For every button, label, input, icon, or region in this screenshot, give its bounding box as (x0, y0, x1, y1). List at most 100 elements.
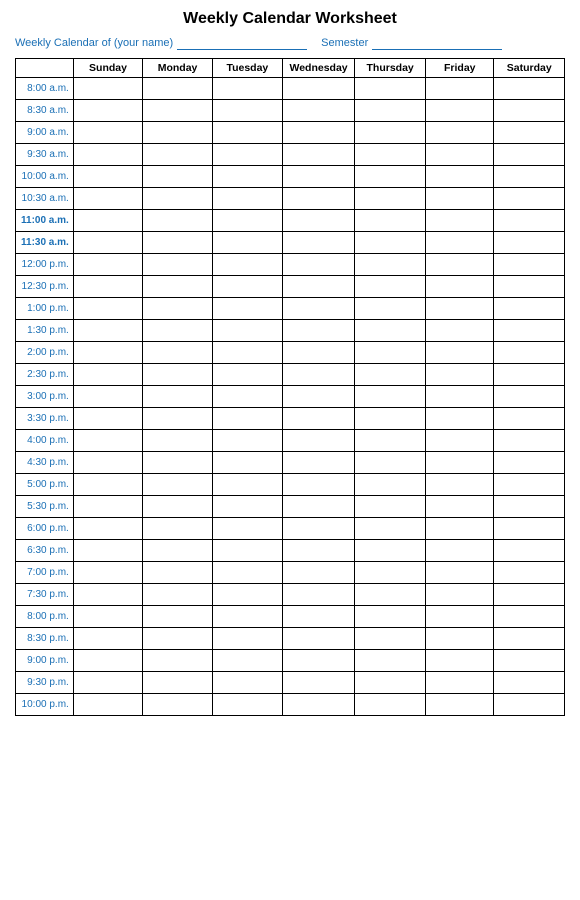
calendar-cell[interactable] (282, 232, 354, 254)
calendar-cell[interactable] (355, 496, 426, 518)
calendar-cell[interactable] (355, 694, 426, 716)
calendar-cell[interactable] (282, 320, 354, 342)
calendar-cell[interactable] (73, 166, 142, 188)
calendar-cell[interactable] (426, 210, 494, 232)
calendar-cell[interactable] (212, 540, 282, 562)
calendar-cell[interactable] (282, 584, 354, 606)
calendar-cell[interactable] (73, 584, 142, 606)
calendar-cell[interactable] (494, 474, 565, 496)
calendar-cell[interactable] (73, 298, 142, 320)
calendar-cell[interactable] (494, 452, 565, 474)
calendar-cell[interactable] (143, 408, 213, 430)
calendar-cell[interactable] (355, 320, 426, 342)
calendar-cell[interactable] (355, 342, 426, 364)
calendar-cell[interactable] (426, 78, 494, 100)
calendar-cell[interactable] (212, 210, 282, 232)
calendar-cell[interactable] (212, 144, 282, 166)
calendar-cell[interactable] (282, 474, 354, 496)
calendar-cell[interactable] (282, 342, 354, 364)
calendar-cell[interactable] (494, 562, 565, 584)
calendar-cell[interactable] (73, 386, 142, 408)
calendar-cell[interactable] (73, 694, 142, 716)
calendar-cell[interactable] (73, 540, 142, 562)
calendar-cell[interactable] (494, 298, 565, 320)
calendar-cell[interactable] (355, 430, 426, 452)
calendar-cell[interactable] (212, 320, 282, 342)
calendar-cell[interactable] (494, 650, 565, 672)
calendar-cell[interactable] (494, 276, 565, 298)
calendar-cell[interactable] (73, 628, 142, 650)
calendar-cell[interactable] (282, 298, 354, 320)
calendar-cell[interactable] (143, 518, 213, 540)
calendar-cell[interactable] (426, 232, 494, 254)
calendar-cell[interactable] (143, 606, 213, 628)
calendar-cell[interactable] (212, 386, 282, 408)
calendar-cell[interactable] (426, 166, 494, 188)
calendar-cell[interactable] (143, 232, 213, 254)
calendar-cell[interactable] (143, 100, 213, 122)
calendar-cell[interactable] (355, 232, 426, 254)
calendar-cell[interactable] (494, 188, 565, 210)
calendar-cell[interactable] (426, 144, 494, 166)
calendar-cell[interactable] (426, 364, 494, 386)
calendar-cell[interactable] (426, 562, 494, 584)
calendar-cell[interactable] (355, 408, 426, 430)
calendar-cell[interactable] (426, 452, 494, 474)
calendar-cell[interactable] (494, 628, 565, 650)
calendar-cell[interactable] (494, 672, 565, 694)
calendar-cell[interactable] (73, 606, 142, 628)
calendar-cell[interactable] (212, 232, 282, 254)
calendar-cell[interactable] (143, 628, 213, 650)
calendar-cell[interactable] (426, 298, 494, 320)
calendar-cell[interactable] (355, 650, 426, 672)
calendar-cell[interactable] (355, 562, 426, 584)
calendar-cell[interactable] (282, 452, 354, 474)
calendar-cell[interactable] (282, 386, 354, 408)
calendar-cell[interactable] (282, 430, 354, 452)
calendar-cell[interactable] (426, 540, 494, 562)
calendar-cell[interactable] (426, 188, 494, 210)
calendar-cell[interactable] (355, 386, 426, 408)
calendar-cell[interactable] (355, 474, 426, 496)
calendar-cell[interactable] (212, 606, 282, 628)
calendar-cell[interactable] (73, 474, 142, 496)
calendar-cell[interactable] (212, 430, 282, 452)
calendar-cell[interactable] (355, 606, 426, 628)
calendar-cell[interactable] (494, 100, 565, 122)
calendar-cell[interactable] (494, 584, 565, 606)
calendar-cell[interactable] (426, 320, 494, 342)
calendar-cell[interactable] (143, 650, 213, 672)
calendar-cell[interactable] (282, 188, 354, 210)
calendar-cell[interactable] (73, 342, 142, 364)
calendar-cell[interactable] (143, 386, 213, 408)
calendar-cell[interactable] (355, 78, 426, 100)
calendar-cell[interactable] (355, 518, 426, 540)
calendar-cell[interactable] (282, 672, 354, 694)
calendar-cell[interactable] (494, 518, 565, 540)
calendar-cell[interactable] (212, 474, 282, 496)
calendar-cell[interactable] (355, 364, 426, 386)
calendar-cell[interactable] (212, 518, 282, 540)
calendar-cell[interactable] (143, 474, 213, 496)
calendar-cell[interactable] (73, 496, 142, 518)
calendar-cell[interactable] (143, 694, 213, 716)
calendar-cell[interactable] (494, 364, 565, 386)
calendar-cell[interactable] (73, 562, 142, 584)
calendar-cell[interactable] (494, 342, 565, 364)
calendar-cell[interactable] (143, 166, 213, 188)
calendar-cell[interactable] (212, 166, 282, 188)
calendar-cell[interactable] (426, 342, 494, 364)
calendar-cell[interactable] (494, 606, 565, 628)
calendar-cell[interactable] (426, 408, 494, 430)
calendar-cell[interactable] (73, 408, 142, 430)
calendar-cell[interactable] (73, 188, 142, 210)
calendar-cell[interactable] (355, 276, 426, 298)
calendar-cell[interactable] (73, 232, 142, 254)
calendar-cell[interactable] (494, 386, 565, 408)
calendar-cell[interactable] (143, 342, 213, 364)
calendar-cell[interactable] (73, 364, 142, 386)
calendar-cell[interactable] (494, 210, 565, 232)
calendar-cell[interactable] (494, 320, 565, 342)
calendar-cell[interactable] (494, 122, 565, 144)
calendar-cell[interactable] (355, 188, 426, 210)
